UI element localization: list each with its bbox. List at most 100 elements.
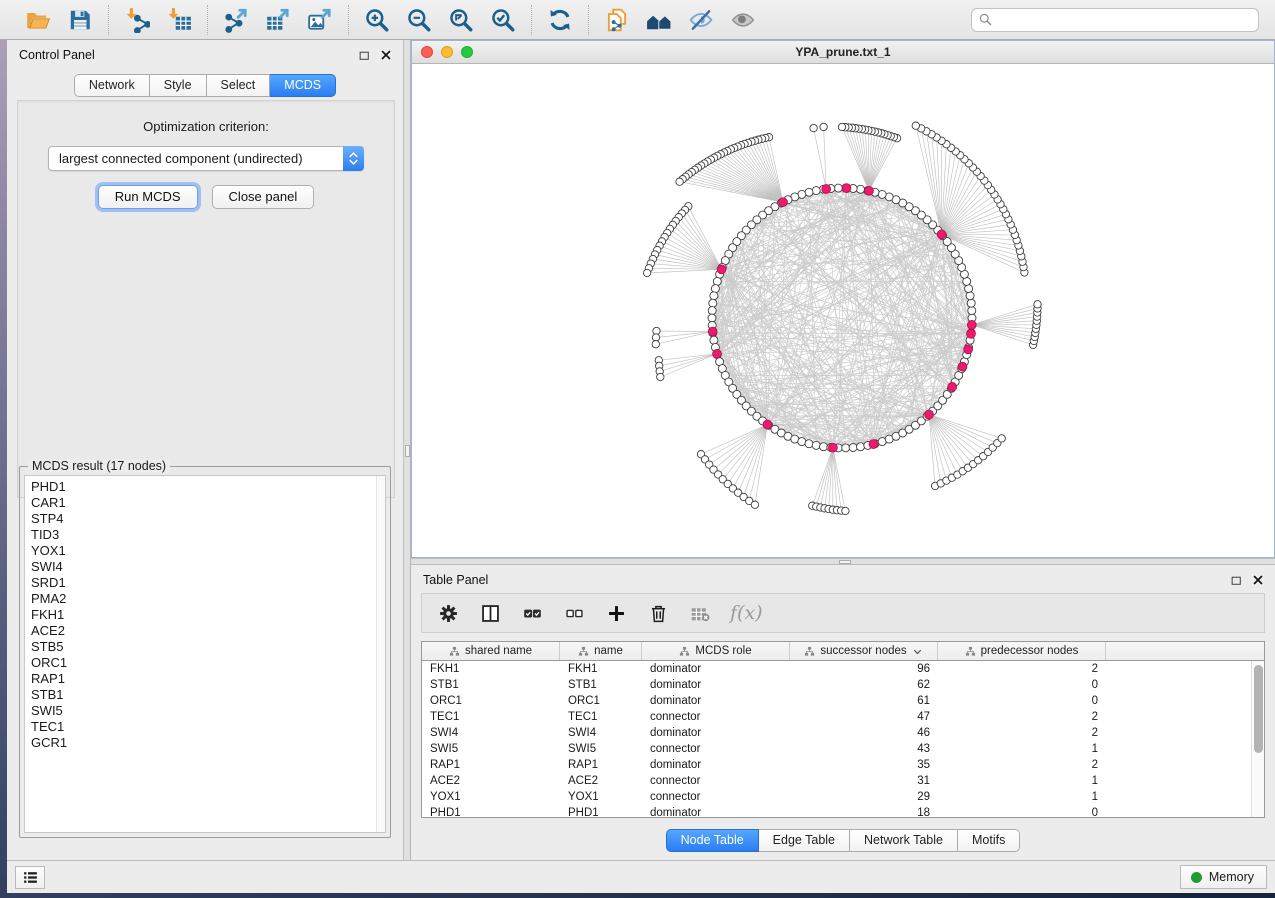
table-scrollbar[interactable]	[1251, 661, 1264, 817]
show-all-icon[interactable]	[729, 6, 757, 34]
task-history-button[interactable]	[15, 866, 45, 889]
result-node[interactable]: ORC1	[31, 655, 385, 671]
horizontal-splitter[interactable]	[411, 558, 1275, 565]
columns-icon[interactable]	[478, 601, 502, 625]
cell: 61	[790, 695, 938, 707]
cell: dominator	[642, 759, 790, 771]
zoom-fit-icon[interactable]	[447, 6, 475, 34]
table-row[interactable]: SWI4SWI4dominator462	[422, 725, 1264, 741]
tab-style[interactable]: Style	[150, 74, 207, 97]
result-node[interactable]: PMA2	[31, 591, 385, 607]
select-all-icon[interactable]	[520, 601, 544, 625]
float-table-panel-icon[interactable]	[1229, 573, 1243, 587]
column-header-shared-name[interactable]: shared name	[422, 642, 560, 660]
close-table-panel-icon[interactable]	[1251, 573, 1265, 587]
sort-chevron-icon[interactable]	[912, 646, 923, 657]
main-area: Control Panel NetworkStyleSelectMCDS Opt…	[7, 40, 1275, 860]
result-node[interactable]: PHD1	[31, 479, 385, 495]
add-icon[interactable]	[604, 601, 628, 625]
run-mcds-button[interactable]: Run MCDS	[98, 185, 198, 209]
export-table-icon[interactable]	[264, 6, 292, 34]
mcds-result-title: MCDS result (17 nodes)	[28, 459, 170, 473]
memory-button[interactable]: Memory	[1180, 865, 1267, 889]
cell: PHD1	[560, 807, 642, 818]
result-node[interactable]: ACE2	[31, 623, 385, 639]
hide-selected-icon[interactable]	[687, 6, 715, 34]
table-row[interactable]: RAP1RAP1dominator352	[422, 757, 1264, 773]
table-row[interactable]: PHD1PHD1dominator180	[422, 805, 1264, 818]
cell: 18	[790, 807, 938, 818]
column-header-predecessor-nodes[interactable]: predecessor nodes	[938, 642, 1106, 660]
deselect-all-icon[interactable]	[562, 601, 586, 625]
search-box	[971, 8, 1259, 32]
table-toolbar: f(x)	[421, 593, 1265, 633]
table-row[interactable]: SWI5SWI5connector431	[422, 741, 1264, 757]
optimization-criterion-label: Optimization criterion:	[18, 119, 394, 134]
cell: STB1	[422, 679, 560, 691]
optimization-criterion-select[interactable]: largest connected component (undirected)	[48, 146, 364, 171]
table-tab-node-table[interactable]: Node Table	[666, 829, 759, 852]
table-row[interactable]: YOX1YOX1connector291	[422, 789, 1264, 805]
table-row[interactable]: FKH1FKH1dominator962	[422, 661, 1264, 677]
table-tab-network-table[interactable]: Network Table	[850, 829, 958, 852]
cell: 2	[938, 711, 1106, 723]
column-header-name[interactable]: name	[560, 642, 642, 660]
search-input[interactable]	[971, 8, 1259, 32]
zoom-selected-icon[interactable]	[489, 6, 517, 34]
function-builder-button[interactable]: f(x)	[730, 602, 763, 624]
column-header-successor-nodes[interactable]: successor nodes	[790, 642, 938, 660]
zoom-in-icon[interactable]	[363, 6, 391, 34]
zoom-out-icon[interactable]	[405, 6, 433, 34]
result-node[interactable]: SRD1	[31, 575, 385, 591]
export-image-icon[interactable]	[306, 6, 334, 34]
result-node[interactable]: SWI4	[31, 559, 385, 575]
result-node[interactable]: TID3	[31, 527, 385, 543]
import-network-icon[interactable]	[123, 6, 151, 34]
table-row[interactable]: TEC1TEC1connector472	[422, 709, 1264, 725]
result-node[interactable]: TEC1	[31, 719, 385, 735]
result-node[interactable]: STB1	[31, 687, 385, 703]
table-row[interactable]: ACE2ACE2connector311	[422, 773, 1264, 789]
result-node[interactable]: CAR1	[31, 495, 385, 511]
import-table-icon[interactable]	[165, 6, 193, 34]
result-node[interactable]: YOX1	[31, 543, 385, 559]
result-node[interactable]: GCR1	[31, 735, 385, 751]
table-tab-edge-table[interactable]: Edge Table	[759, 829, 850, 852]
export-network-icon[interactable]	[222, 6, 250, 34]
cell: YOX1	[422, 791, 560, 803]
network-window-titlebar[interactable]: YPA_prune.txt_1	[412, 41, 1274, 64]
gear-icon[interactable]	[436, 601, 460, 625]
tree-icon	[679, 646, 690, 657]
new-network-from-selection-icon[interactable]	[603, 6, 631, 34]
network-view[interactable]	[412, 64, 1274, 557]
cell: ACE2	[422, 775, 560, 787]
result-node[interactable]: FKH1	[31, 607, 385, 623]
close-panel-button[interactable]: Close panel	[212, 185, 315, 209]
tab-mcds[interactable]: MCDS	[270, 74, 336, 97]
result-node[interactable]: STB5	[31, 639, 385, 655]
cell: 1	[938, 791, 1106, 803]
close-panel-icon[interactable]	[379, 48, 393, 62]
table-row[interactable]: STB1STB1dominator620	[422, 677, 1264, 693]
memory-status-icon	[1191, 872, 1202, 883]
mcds-result-list[interactable]: PHD1CAR1STP4TID3YOX1SWI4SRD1PMA2FKH1ACE2…	[24, 475, 386, 833]
cell: SWI5	[560, 743, 642, 755]
cell: FKH1	[422, 663, 560, 675]
delete-icon[interactable]	[646, 601, 670, 625]
result-node[interactable]: RAP1	[31, 671, 385, 687]
save-icon[interactable]	[66, 6, 94, 34]
folder-open-icon[interactable]	[24, 6, 52, 34]
result-node[interactable]: SWI5	[31, 703, 385, 719]
float-panel-icon[interactable]	[357, 48, 371, 62]
tab-select[interactable]: Select	[207, 74, 271, 97]
result-list-scrollbar[interactable]	[376, 476, 385, 832]
table-tab-motifs[interactable]: Motifs	[958, 829, 1020, 852]
network-canvas[interactable]	[412, 64, 1274, 557]
first-neighbors-icon[interactable]	[645, 6, 673, 34]
tab-network[interactable]: Network	[74, 74, 150, 97]
vertical-splitter[interactable]	[403, 40, 411, 860]
column-header-MCDS-role[interactable]: MCDS role	[642, 642, 790, 660]
refresh-icon[interactable]	[546, 6, 574, 34]
result-node[interactable]: STP4	[31, 511, 385, 527]
table-row[interactable]: ORC1ORC1dominator610	[422, 693, 1264, 709]
